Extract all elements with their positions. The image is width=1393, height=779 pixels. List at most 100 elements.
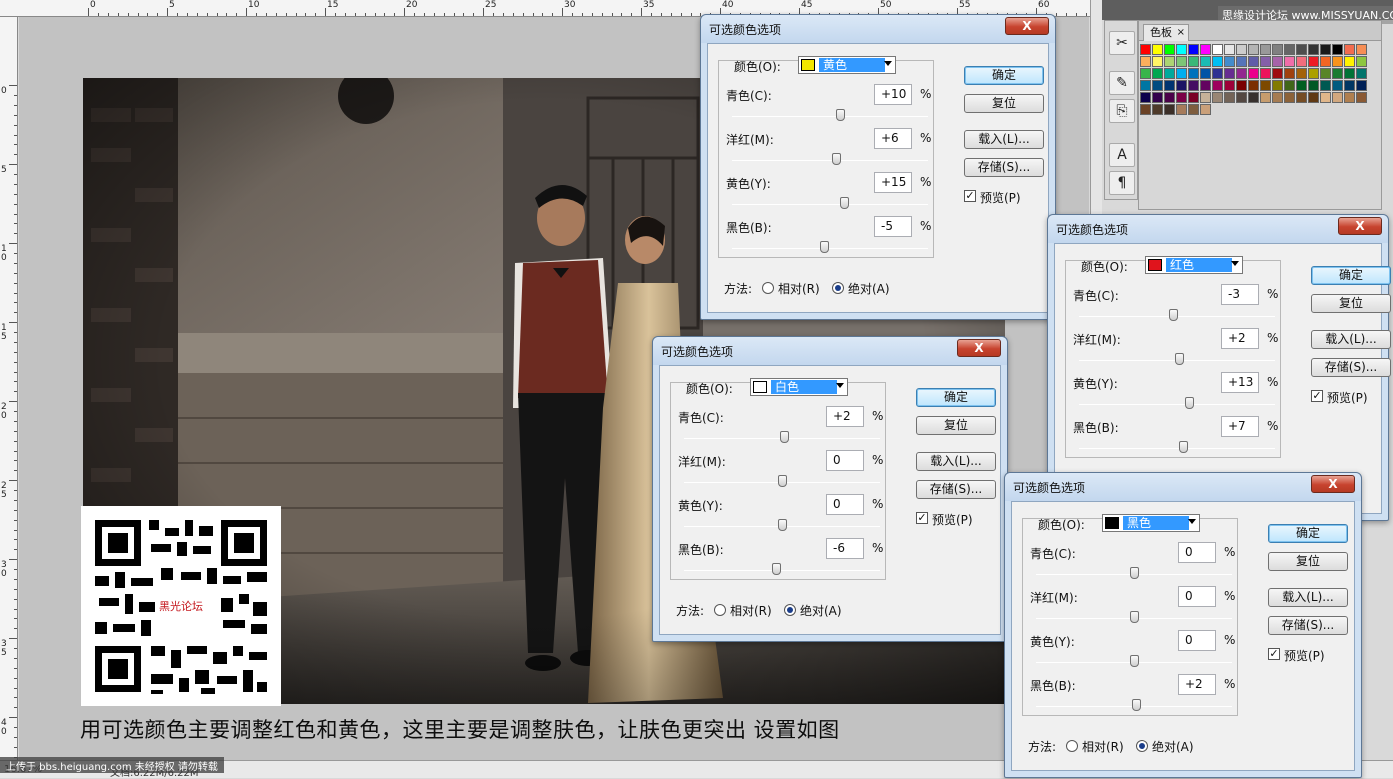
color-swatch[interactable]: [1212, 80, 1223, 91]
reset-button[interactable]: 复位: [1268, 552, 1348, 571]
color-swatch[interactable]: [1308, 56, 1319, 67]
absolute-radio[interactable]: [784, 604, 796, 616]
slider-value-input[interactable]: 0: [1178, 542, 1216, 563]
slider-thumb[interactable]: [778, 519, 787, 531]
character-icon[interactable]: A: [1109, 143, 1135, 167]
slider-thumb[interactable]: [1184, 397, 1194, 409]
color-swatch[interactable]: [1140, 68, 1151, 79]
color-swatch[interactable]: [1344, 80, 1355, 91]
color-swatch[interactable]: [1140, 92, 1151, 103]
color-swatch[interactable]: [1164, 92, 1175, 103]
color-swatch[interactable]: [1164, 44, 1175, 55]
color-swatch[interactable]: [1188, 80, 1199, 91]
color-swatch[interactable]: [1200, 44, 1211, 55]
color-swatch[interactable]: [1200, 80, 1211, 91]
absolute-radio[interactable]: [832, 282, 844, 294]
color-swatch[interactable]: [1164, 104, 1175, 115]
color-swatch[interactable]: [1344, 68, 1355, 79]
save-button[interactable]: 存储(S)...: [1311, 358, 1391, 377]
color-swatch[interactable]: [1272, 68, 1283, 79]
slider-thumb[interactable]: [778, 475, 787, 487]
ok-button[interactable]: 确定: [916, 388, 996, 407]
color-swatch[interactable]: [1176, 80, 1187, 91]
color-swatch[interactable]: [1140, 104, 1151, 115]
color-swatch[interactable]: [1212, 92, 1223, 103]
color-swatch[interactable]: [1284, 44, 1295, 55]
color-swatch[interactable]: [1188, 92, 1199, 103]
color-swatch[interactable]: [1140, 44, 1151, 55]
color-swatch[interactable]: [1332, 80, 1343, 91]
slider-value-input[interactable]: 0: [1178, 586, 1216, 607]
color-swatch[interactable]: [1224, 80, 1235, 91]
color-swatch[interactable]: [1356, 92, 1367, 103]
color-swatch[interactable]: [1296, 92, 1307, 103]
color-swatch[interactable]: [1344, 92, 1355, 103]
color-swatch[interactable]: [1248, 80, 1259, 91]
color-swatch[interactable]: [1152, 56, 1163, 67]
color-swatch[interactable]: [1356, 80, 1367, 91]
slider-value-input[interactable]: +10: [874, 84, 912, 105]
ok-button[interactable]: 确定: [964, 66, 1044, 85]
save-button[interactable]: 存储(S)...: [1268, 616, 1348, 635]
slider-value-input[interactable]: +13: [1221, 372, 1259, 393]
color-swatch[interactable]: [1248, 68, 1259, 79]
slider-thumb[interactable]: [1174, 353, 1184, 365]
color-swatch[interactable]: [1152, 44, 1163, 55]
load-button[interactable]: 载入(L)...: [964, 130, 1044, 149]
ok-button[interactable]: 确定: [1311, 266, 1391, 285]
color-swatch[interactable]: [1200, 104, 1211, 115]
slider-thumb[interactable]: [1130, 655, 1139, 667]
color-swatch[interactable]: [1212, 44, 1223, 55]
color-swatch[interactable]: [1224, 92, 1235, 103]
color-swatch[interactable]: [1344, 56, 1355, 67]
color-swatch[interactable]: [1140, 80, 1151, 91]
color-swatch[interactable]: [1188, 56, 1199, 67]
slider-value-input[interactable]: +7: [1221, 416, 1259, 437]
color-swatch[interactable]: [1272, 44, 1283, 55]
tools-icon[interactable]: ✂: [1109, 31, 1135, 55]
color-swatch[interactable]: [1296, 68, 1307, 79]
load-button[interactable]: 载入(L)...: [1311, 330, 1391, 349]
color-swatch[interactable]: [1356, 56, 1367, 67]
color-swatch[interactable]: [1248, 92, 1259, 103]
color-dropdown[interactable]: 黄色: [798, 56, 896, 74]
color-swatch[interactable]: [1332, 44, 1343, 55]
color-swatch[interactable]: [1260, 80, 1271, 91]
slider-value-input[interactable]: +2: [826, 406, 864, 427]
color-swatch[interactable]: [1296, 44, 1307, 55]
color-swatch[interactable]: [1212, 68, 1223, 79]
color-swatch[interactable]: [1296, 56, 1307, 67]
color-swatch[interactable]: [1320, 56, 1331, 67]
color-swatch[interactable]: [1188, 68, 1199, 79]
relative-radio[interactable]: [762, 282, 774, 294]
slider-value-input[interactable]: 0: [826, 450, 864, 471]
slider-thumb[interactable]: [820, 241, 830, 253]
color-swatch[interactable]: [1284, 68, 1295, 79]
slider-thumb[interactable]: [831, 153, 841, 165]
color-swatch[interactable]: [1212, 56, 1223, 67]
color-swatch[interactable]: [1272, 56, 1283, 67]
slider-value-input[interactable]: +15: [874, 172, 912, 193]
color-swatch[interactable]: [1200, 92, 1211, 103]
color-swatch[interactable]: [1320, 68, 1331, 79]
load-button[interactable]: 载入(L)...: [1268, 588, 1348, 607]
color-swatch[interactable]: [1188, 104, 1199, 115]
save-button[interactable]: 存储(S)...: [964, 158, 1044, 177]
save-button[interactable]: 存储(S)...: [916, 480, 996, 499]
color-swatch[interactable]: [1176, 92, 1187, 103]
color-swatch[interactable]: [1260, 92, 1271, 103]
color-swatch[interactable]: [1272, 92, 1283, 103]
close-button[interactable]: X: [1005, 17, 1049, 35]
tab-swatches[interactable]: 色板 ×: [1143, 24, 1189, 41]
dialog-title-bar[interactable]: 可选颜色选项 X: [1005, 473, 1361, 501]
color-swatch[interactable]: [1152, 104, 1163, 115]
slider-thumb[interactable]: [1130, 567, 1139, 579]
color-swatch[interactable]: [1224, 44, 1235, 55]
color-dropdown[interactable]: 红色: [1145, 256, 1243, 274]
color-swatch[interactable]: [1320, 92, 1331, 103]
clone-source-icon[interactable]: ⎘: [1109, 99, 1135, 123]
color-swatch[interactable]: [1332, 56, 1343, 67]
ok-button[interactable]: 确定: [1268, 524, 1348, 543]
color-swatch[interactable]: [1320, 80, 1331, 91]
brush-presets-icon[interactable]: ✎: [1109, 71, 1135, 95]
